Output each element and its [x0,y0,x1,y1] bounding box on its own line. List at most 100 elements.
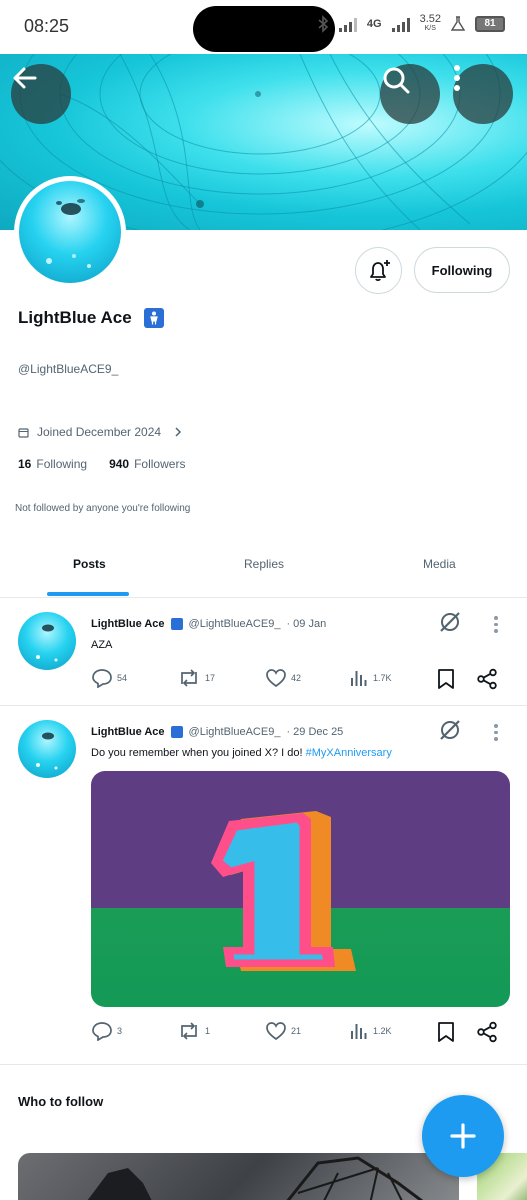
repost-icon [181,669,197,687]
following-stat[interactable]: 16 Following [18,457,87,471]
signal-icon-2 [391,16,410,32]
grok-icon[interactable] [438,610,462,639]
tab-media[interactable]: Media [423,557,456,571]
post-author-handle[interactable]: @LightBlueACE9_ [189,618,281,630]
views-count: 1.2K [373,1026,392,1036]
status-bar: 08:25 4G 3.52 K/S 81 [0,0,527,54]
repost-count: 1 [205,1026,211,1036]
post-author-handle[interactable]: @LightBlueACE9_ [189,726,281,738]
post-actions: 3 1 21 1.2K [91,1021,511,1045]
tab-posts[interactable]: Posts [73,557,106,571]
share-button[interactable] [476,1021,498,1043]
repost-count: 17 [205,673,216,683]
signal-icon [338,16,357,32]
repost-icon [181,1022,197,1040]
more-options-button[interactable] [453,64,513,124]
followers-label: Followers [134,457,186,471]
status-time: 08:25 [24,16,70,36]
share-button[interactable] [476,668,498,690]
compose-post-button[interactable] [422,1095,504,1177]
post-author-name[interactable]: LightBlue Ace [91,618,165,630]
back-button[interactable] [11,64,71,124]
followers-count: 940 [109,457,130,471]
notifications-bell-button[interactable] [355,247,402,294]
search-icon [383,67,410,94]
profile-avatar[interactable] [14,176,126,288]
joined-date-text: Joined December 2024 [37,425,162,439]
profile-tabs: Posts Replies Media [0,540,527,598]
post-more-icon[interactable] [494,724,498,741]
post-header: LightBlue Ace @LightBlueACE9_ · 09 Jan [91,618,326,630]
bookmark-button[interactable] [437,1021,455,1043]
restroom-emoji-icon [143,308,164,328]
followers-stat[interactable]: 940 Followers [109,457,185,471]
post-media-image[interactable] [91,771,510,1007]
post-header: LightBlue Ace @LightBlueACE9_ · 29 Dec 2… [91,726,343,738]
post-hashtag-link[interactable]: #MyXAnniversary [306,747,392,759]
plus-icon [450,1123,476,1149]
suggestion-card[interactable] [18,1153,459,1200]
reply-icon [92,1022,112,1041]
bell-plus-icon [369,259,390,281]
net-speed-unit: K/S [424,25,436,32]
bookmark-icon [438,1022,454,1042]
profile-avatar-image [19,181,121,283]
net-speed: 3.52 K/S [420,14,441,34]
camera-cutout [193,6,335,52]
bluetooth-icon [318,15,329,33]
profile-display-name: LightBlue Ace [18,308,164,328]
reply-count: 3 [117,1026,123,1036]
repost-button[interactable]: 17 [177,668,215,688]
chevron-right-icon [175,427,182,437]
post-more-icon[interactable] [494,616,498,633]
restroom-emoji-icon [170,726,183,738]
bookmark-icon [438,669,454,689]
following-button[interactable]: Following [414,247,510,293]
bookmark-button[interactable] [437,668,455,690]
post-item[interactable]: LightBlue Ace @LightBlueACE9_ · 09 Jan A… [0,599,527,706]
search-button[interactable] [380,64,440,124]
follow-stats: 16 Following 940 Followers [18,457,185,471]
status-icons: 4G 3.52 K/S 81 [317,14,505,34]
post-item[interactable]: LightBlue Ace @LightBlueACE9_ · 29 Dec 2… [0,707,527,1065]
reply-button[interactable]: 3 [91,1021,122,1041]
repost-button[interactable]: 1 [177,1021,210,1041]
post-time: · 09 Jan [286,618,327,630]
post-text: Do you remember when you joined X? I do!… [91,747,392,759]
reply-button[interactable]: 54 [91,668,127,688]
post-time: · 29 Dec 25 [286,726,344,738]
post-avatar[interactable] [18,720,76,778]
like-button[interactable]: 21 [265,1021,301,1041]
heart-icon [266,1022,286,1041]
who-to-follow-heading: Who to follow [18,1094,104,1109]
views-icon [351,1024,367,1039]
like-count: 42 [291,673,302,683]
post-avatar[interactable] [18,612,76,670]
profile-handle: @LightBlueACE9_ [18,362,119,376]
battery-icon: 81 [475,16,505,32]
views-button[interactable]: 1.2K [349,1021,392,1041]
following-label: Following [36,457,88,471]
share-icon [477,668,497,690]
like-count: 21 [291,1026,302,1036]
post-actions: 54 17 42 1.7K [91,668,511,692]
display-name-text: LightBlue Ace [18,308,132,327]
post-text: AZA [91,639,113,651]
tab-replies[interactable]: Replies [244,557,284,571]
number-one-sculpture [211,811,356,971]
arrow-left-icon [13,67,37,89]
views-button[interactable]: 1.7K [349,668,392,688]
restroom-emoji-icon [170,618,183,630]
suggestion-card-image [87,1156,424,1200]
following-count: 16 [18,457,32,471]
views-count: 1.7K [373,673,392,683]
like-button[interactable]: 42 [265,668,301,688]
grok-icon[interactable] [438,718,462,747]
calendar-icon [18,427,29,438]
not-followed-notice: Not followed by anyone you're following [15,503,191,514]
network-type: 4G [366,18,382,30]
flask-icon [451,16,465,31]
joined-date-row[interactable]: Joined December 2024 [18,425,183,439]
post-author-name[interactable]: LightBlue Ace [91,726,165,738]
share-icon [477,1021,497,1043]
